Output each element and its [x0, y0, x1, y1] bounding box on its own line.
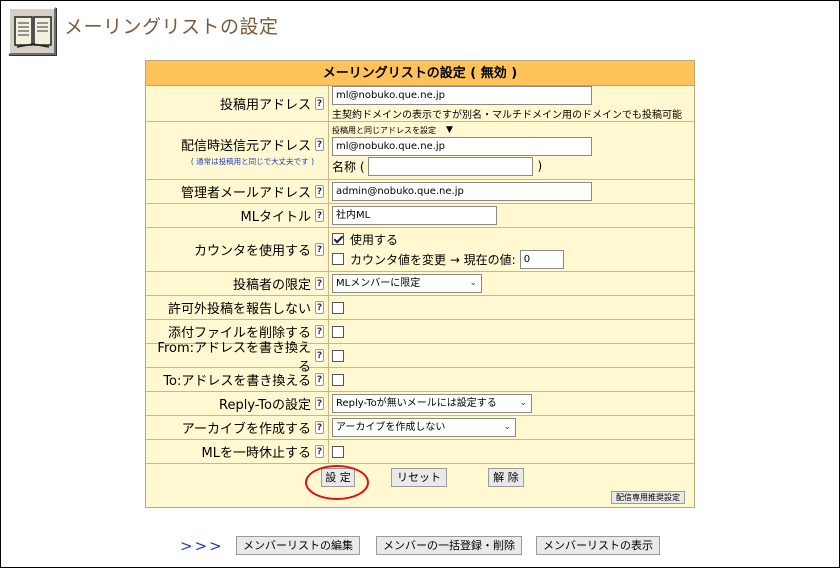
reply-to-select[interactable]: Reply-Toが無いメールには設定する ⌄ — [332, 394, 532, 413]
rewrite-from-checkbox[interactable] — [332, 349, 344, 362]
row-admin-address: 管理者メールアドレス ? admin@nobuko.que.ne.jp — [146, 180, 694, 204]
nav-arrows: >>> — [180, 537, 224, 555]
posting-address-label: 投稿用アドレス — [219, 98, 311, 113]
help-icon[interactable]: ? — [315, 373, 324, 386]
row-delivery-from: 配信時送信元アドレス ? ( 通常は投稿用と同じで大丈夫です ) 投稿用と同じア… — [146, 122, 694, 180]
row-archive: アーカイブを作成する ? アーカイブを作成しない ⌄ — [146, 416, 694, 440]
reply-to-label: Reply-Toの設定 — [219, 398, 311, 413]
admin-address-input[interactable]: admin@nobuko.que.ne.jp — [332, 182, 592, 201]
ml-title-input[interactable]: 社内ML — [332, 206, 497, 225]
pause-label: MLを一時休止する — [201, 446, 311, 461]
change-counter-checkbox[interactable] — [332, 253, 344, 265]
edit-members-button[interactable]: メンバーリストの編集 — [236, 536, 360, 555]
sender-name-close: ) — [537, 159, 543, 173]
delivery-from-label: 配信時送信元アドレス — [180, 138, 311, 154]
release-button[interactable]: 解 除 — [488, 468, 524, 487]
delivery-only-preset-button[interactable]: 配信専用推奨設定 — [611, 491, 685, 504]
sender-name-label: 名称 ( — [332, 159, 365, 174]
chevron-down-icon: ⌄ — [503, 422, 511, 432]
chevron-down-icon: ▼ — [446, 125, 453, 135]
delete-attachments-checkbox[interactable] — [332, 325, 344, 338]
rewrite-to-checkbox[interactable] — [332, 373, 344, 386]
archive-select[interactable]: アーカイブを作成しない ⌄ — [332, 418, 516, 437]
settings-header: メーリングリストの設定 ( 無効 ) — [146, 61, 694, 86]
help-icon[interactable]: ? — [315, 185, 324, 198]
row-report-unauthorized: 許可外投稿を報告しない ? — [146, 296, 694, 320]
delivery-from-input[interactable]: ml@nobuko.que.ne.jp — [332, 136, 592, 156]
bulk-members-button[interactable]: メンバーの一括登録・削除 — [376, 536, 522, 555]
counter-label: カウンタを使用する — [193, 244, 311, 259]
settings-table: メーリングリストの設定 ( 無効 ) 投稿用アドレス ? ml@nobuko.q… — [145, 60, 695, 508]
help-icon[interactable]: ? — [315, 97, 324, 110]
pause-checkbox[interactable] — [332, 445, 344, 458]
change-counter-label: カウンタ値を変更 → 現在の値: — [350, 252, 516, 267]
help-icon[interactable]: ? — [315, 397, 324, 410]
delivery-from-note: ( 通常は投稿用と同じで大丈夫です ) — [190, 156, 314, 166]
archive-label: アーカイブを作成する — [181, 422, 311, 437]
report-unauthorized-checkbox[interactable] — [332, 301, 344, 314]
chevron-down-icon: ⌄ — [469, 278, 477, 288]
book-icon — [8, 7, 56, 55]
help-icon[interactable]: ? — [315, 277, 324, 290]
report-unauthorized-label: 許可外投稿を報告しない — [167, 302, 311, 317]
row-rewrite-to: To:アドレスを書き換える ? — [146, 368, 694, 392]
use-counter-label: 使用する — [350, 232, 399, 247]
row-pause: MLを一時休止する ? — [146, 440, 694, 464]
ml-title-label: MLタイトル — [240, 210, 311, 225]
row-ml-title: MLタイトル ? 社内ML — [146, 204, 694, 228]
page-title: メーリングリストの設定 — [64, 16, 279, 38]
row-poster-restriction: 投稿者の限定 ? MLメンバーに限定 ⌄ — [146, 272, 694, 296]
use-counter-checkbox[interactable] — [332, 233, 344, 245]
poster-restriction-label: 投稿者の限定 — [232, 278, 311, 293]
poster-restriction-select[interactable]: MLメンバーに限定 ⌄ — [332, 274, 482, 293]
help-icon[interactable]: ? — [315, 325, 324, 338]
admin-address-label: 管理者メールアドレス — [180, 186, 311, 201]
row-buttons: 設 定 リセット 解 除 配信専用推奨設定 — [146, 464, 694, 507]
sender-name-input[interactable] — [367, 156, 533, 176]
same-as-posting-toggle[interactable]: 投稿用と同じアドレスを設定 ▼ — [332, 125, 691, 136]
posting-address-note: 主契約ドメインの表示ですが別名・マルチドメイン用のドメインでも投稿可能 — [332, 110, 682, 121]
chevron-down-icon: ⌄ — [519, 398, 527, 408]
row-reply-to: Reply-Toの設定 ? Reply-Toが無いメールには設定する ⌄ — [146, 392, 694, 416]
row-rewrite-from: From:アドレスを書き換える ? — [146, 341, 694, 375]
show-members-button[interactable]: メンバーリストの表示 — [536, 536, 660, 555]
same-as-posting-label: 投稿用と同じアドレスを設定 — [332, 125, 436, 135]
posting-address-input[interactable]: ml@nobuko.que.ne.jp — [332, 86, 592, 105]
counter-value-input[interactable]: 0 — [519, 249, 564, 269]
help-icon[interactable]: ? — [315, 137, 324, 151]
help-icon[interactable]: ? — [315, 445, 324, 458]
help-icon[interactable]: ? — [315, 421, 324, 434]
help-icon[interactable]: ? — [315, 301, 324, 314]
help-icon[interactable]: ? — [315, 243, 324, 256]
row-posting-address: 投稿用アドレス ? ml@nobuko.que.ne.jp 主契約ドメインの表示… — [146, 86, 694, 122]
reset-button[interactable]: リセット — [391, 468, 447, 487]
help-icon[interactable]: ? — [315, 349, 324, 362]
set-button[interactable]: 設 定 — [321, 468, 355, 487]
rewrite-to-label: To:アドレスを書き換える — [163, 374, 311, 389]
row-counter: カウンタを使用する ? 使用する カウンタ値を変更 → 現在の値: 0 — [146, 228, 694, 272]
help-icon[interactable]: ? — [315, 209, 324, 222]
